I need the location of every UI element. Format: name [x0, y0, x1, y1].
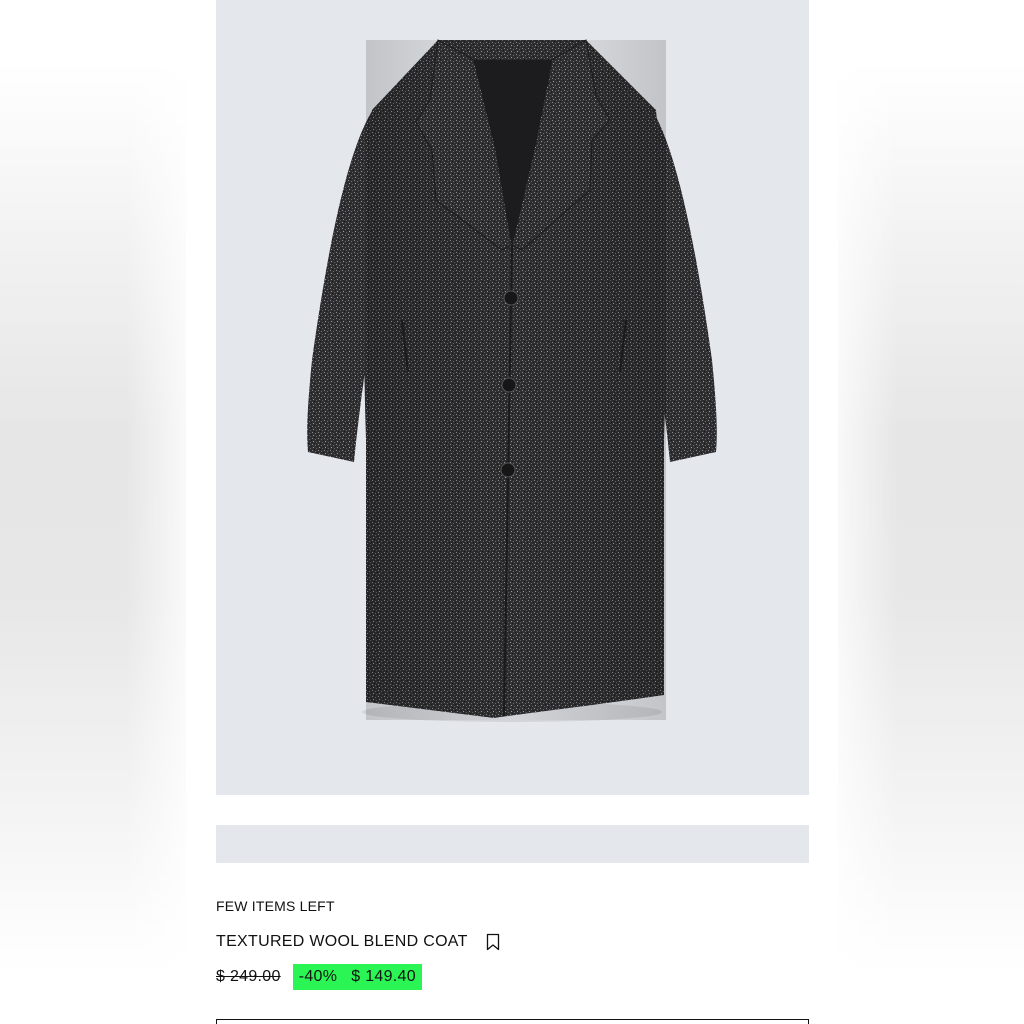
coat-illustration: [307, 39, 717, 722]
product-title: TEXTURED WOOL BLEND COAT: [216, 933, 468, 950]
product-image[interactable]: [216, 0, 809, 795]
price-row: $ 249.00 -40% $ 149.40: [216, 964, 422, 990]
stock-status: FEW ITEMS LEFT: [216, 898, 335, 914]
discount-percent: -40%: [298, 968, 338, 985]
bookmark-icon[interactable]: [486, 933, 500, 951]
image-thumbnail-strip[interactable]: [216, 825, 809, 863]
original-price: $ 249.00: [216, 968, 281, 985]
title-row: TEXTURED WOOL BLEND COAT: [216, 931, 500, 953]
add-to-bag-button[interactable]: [216, 1019, 809, 1024]
sale-price: $ 149.40: [351, 968, 416, 985]
left-backdrop: [0, 0, 186, 1024]
right-backdrop: [838, 0, 1024, 1024]
sale-tag: -40% $ 149.40: [292, 964, 422, 990]
product-page: FEW ITEMS LEFT TEXTURED WOOL BLEND COAT …: [186, 0, 838, 1024]
